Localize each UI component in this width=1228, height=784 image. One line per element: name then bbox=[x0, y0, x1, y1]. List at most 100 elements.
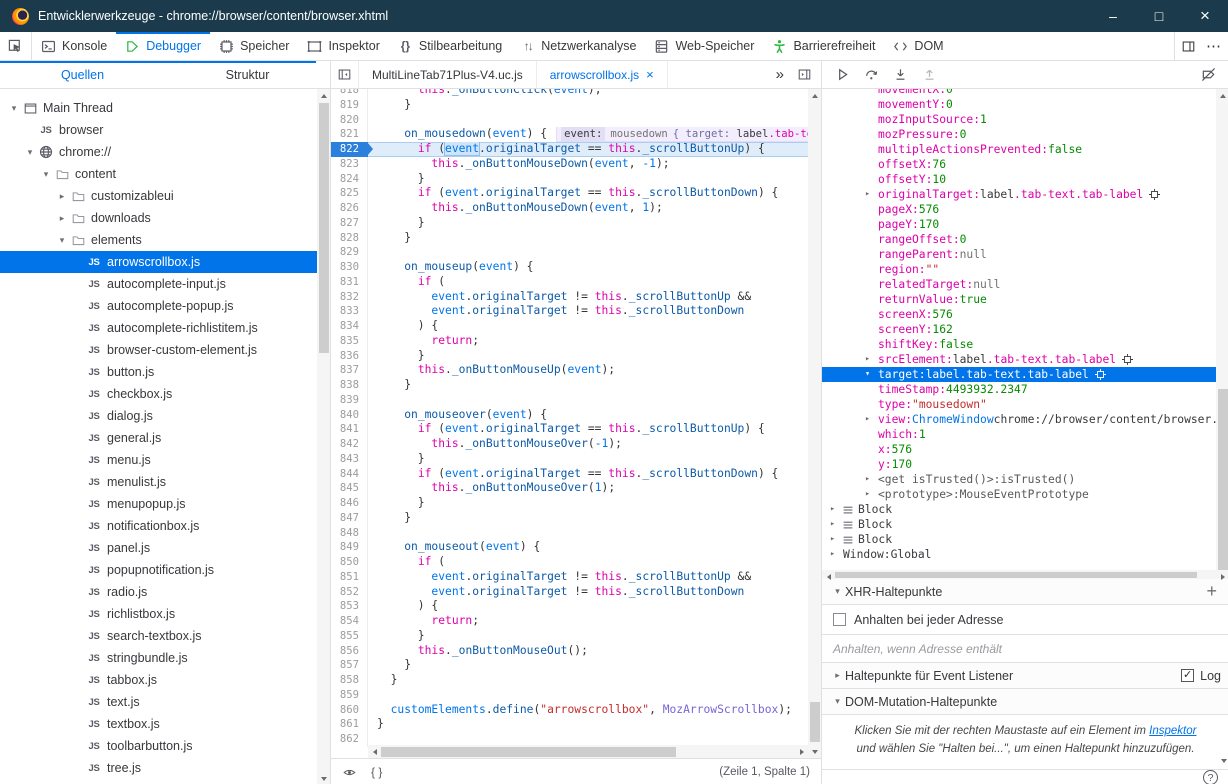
inspector-link[interactable]: Inspektor bbox=[1149, 725, 1196, 737]
twisty-closed-icon[interactable]: ▸ bbox=[56, 213, 68, 224]
dom-mutation-breakpoints-header[interactable]: ▾ DOM-Mutation-Haltepunkte bbox=[822, 689, 1228, 715]
scope-row-Window[interactable]: ▸Window: Global bbox=[822, 547, 1228, 562]
node-target-icon[interactable] bbox=[1122, 354, 1133, 365]
line-number-836[interactable]: 836 bbox=[331, 349, 368, 364]
line-number-842[interactable]: 842 bbox=[331, 437, 368, 452]
tree-item-arrowscrollbox.js[interactable]: JSarrowscrollbox.js bbox=[0, 251, 330, 273]
editor-hscrollbar[interactable] bbox=[368, 745, 808, 758]
tab-stilbearbeitung[interactable]: {}Stilbearbeitung bbox=[389, 32, 511, 60]
scope-row-prototype[interactable]: ▸<prototype>: MouseEventPrototype bbox=[822, 487, 1228, 502]
tab-struktur[interactable]: Struktur bbox=[165, 61, 330, 88]
tree-item-autocomplete-popup.js[interactable]: JSautocomplete-popup.js bbox=[0, 295, 330, 317]
blackbox-eye-icon[interactable] bbox=[342, 766, 357, 779]
tree-item-menupopup.js[interactable]: JSmenupopup.js bbox=[0, 493, 330, 515]
line-number-833[interactable]: 833 bbox=[331, 304, 368, 319]
tree-item-search-textbox.js[interactable]: JSsearch-textbox.js bbox=[0, 625, 330, 647]
twisty-closed-icon[interactable]: ▸ bbox=[830, 502, 843, 517]
scrollbar-thumb[interactable] bbox=[835, 572, 1197, 578]
close-tab-icon[interactable]: × bbox=[646, 68, 654, 81]
twisty-open-icon[interactable]: ▾ bbox=[8, 103, 20, 114]
tree-item-browser-custom-element.js[interactable]: JSbrowser-custom-element.js bbox=[0, 339, 330, 361]
twisty-closed-icon[interactable]: ▸ bbox=[865, 187, 878, 202]
event-listener-breakpoints-header[interactable]: ▸ Haltepunkte für Event Listener ✓ Log bbox=[822, 663, 1228, 689]
disable-breakpoints-button[interactable] bbox=[1194, 61, 1223, 88]
tree-item-popupnotification.js[interactable]: JSpopupnotification.js bbox=[0, 559, 330, 581]
tree-item-textbox.js[interactable]: JStextbox.js bbox=[0, 713, 330, 735]
twisty-closed-icon[interactable]: ▸ bbox=[56, 191, 68, 202]
line-number-824[interactable]: 824 bbox=[331, 172, 368, 187]
twisty-closed-icon[interactable]: ▸ bbox=[830, 532, 843, 547]
line-number-856[interactable]: 856 bbox=[331, 644, 368, 659]
tree-item-autocomplete-input.js[interactable]: JSautocomplete-input.js bbox=[0, 273, 330, 295]
scopes-hscrollbar[interactable] bbox=[822, 570, 1228, 579]
line-number-846[interactable]: 846 bbox=[331, 496, 368, 511]
line-number-839[interactable]: 839 bbox=[331, 393, 368, 408]
tree-item-toolbarbutton.js[interactable]: JStoolbarbutton.js bbox=[0, 735, 330, 757]
line-number-851[interactable]: 851 bbox=[331, 570, 368, 585]
scroll-down-icon[interactable] bbox=[317, 772, 330, 784]
line-number-837[interactable]: 837 bbox=[331, 363, 368, 378]
line-number-844[interactable]: 844 bbox=[331, 467, 368, 482]
tab-netzwerkanalyse[interactable]: ↑↓Netzwerkanalyse bbox=[511, 32, 645, 60]
scroll-right-icon[interactable] bbox=[1216, 570, 1228, 583]
tab-speicher[interactable]: Speicher bbox=[210, 32, 298, 60]
tab-dom[interactable]: DOM bbox=[884, 32, 952, 60]
twisty-open-icon[interactable]: ▾ bbox=[830, 696, 845, 707]
scope-row-Block[interactable]: ▸Block bbox=[822, 532, 1228, 547]
xhr-url-input[interactable]: Anhalten, wenn Adresse enthält bbox=[822, 635, 1228, 663]
step-over-button[interactable] bbox=[857, 61, 886, 88]
scrollbar-thumb[interactable] bbox=[1218, 389, 1228, 570]
tree-item-checkbox.js[interactable]: JScheckbox.js bbox=[0, 383, 330, 405]
tab-barrierefreiheit[interactable]: Barrierefreiheit bbox=[763, 32, 884, 60]
tree-item-button.js[interactable]: JSbutton.js bbox=[0, 361, 330, 383]
inline-preview[interactable]: event:mousedown{ target: label.tab-text.… bbox=[557, 127, 821, 141]
scrollbar-thumb[interactable] bbox=[810, 702, 820, 742]
tab-konsole[interactable]: Konsole bbox=[32, 32, 116, 60]
scroll-up-icon[interactable] bbox=[1216, 89, 1228, 102]
tab-web-speicher[interactable]: Web-Speicher bbox=[645, 32, 763, 60]
line-number-830[interactable]: 830 bbox=[331, 260, 368, 275]
line-number-848[interactable]: 848 bbox=[331, 526, 368, 541]
tree-item-customizableui[interactable]: ▸customizableui bbox=[0, 185, 330, 207]
tree-item-radio.js[interactable]: JSradio.js bbox=[0, 581, 330, 603]
line-number-840[interactable]: 840 bbox=[331, 408, 368, 423]
scrollbar-thumb[interactable] bbox=[319, 103, 329, 353]
tree-item-dialog.js[interactable]: JSdialog.js bbox=[0, 405, 330, 427]
pause-any-url-checkbox[interactable] bbox=[833, 613, 846, 626]
tree-item-stringbundle.js[interactable]: JSstringbundle.js bbox=[0, 647, 330, 669]
scroll-down-icon[interactable] bbox=[1221, 759, 1227, 763]
scroll-down-icon[interactable] bbox=[808, 745, 821, 758]
line-number-857[interactable]: 857 bbox=[331, 658, 368, 673]
tab-quellen[interactable]: Quellen bbox=[0, 61, 165, 88]
scope-row-Block[interactable]: ▸Block bbox=[822, 517, 1228, 532]
line-number-829[interactable]: 829 bbox=[331, 245, 368, 260]
node-target-icon[interactable] bbox=[1149, 189, 1160, 200]
twisty-closed-icon[interactable]: ▸ bbox=[865, 472, 878, 487]
twisty-closed-icon[interactable]: ▸ bbox=[830, 547, 843, 562]
tree-item-general.js[interactable]: JSgeneral.js bbox=[0, 427, 330, 449]
twisty-closed-icon[interactable]: ▸ bbox=[830, 670, 845, 681]
split-console-icon[interactable] bbox=[1181, 40, 1196, 53]
pretty-print-button[interactable]: { } bbox=[371, 765, 382, 779]
tree-item-downloads[interactable]: ▸downloads bbox=[0, 207, 330, 229]
tree-item-richlistbox.js[interactable]: JSrichlistbox.js bbox=[0, 603, 330, 625]
more-tabs-button[interactable]: » bbox=[769, 66, 791, 83]
line-number-818[interactable]: 818 bbox=[331, 89, 368, 98]
scroll-up-icon[interactable] bbox=[317, 89, 330, 102]
line-number-849[interactable]: 849 bbox=[331, 540, 368, 555]
line-number-825[interactable]: 825 bbox=[331, 186, 368, 201]
scope-row-Block[interactable]: ▸Block bbox=[822, 502, 1228, 517]
line-number-858[interactable]: 858 bbox=[331, 673, 368, 688]
line-number-862[interactable]: 862 bbox=[331, 732, 368, 747]
line-number-828[interactable]: 828 bbox=[331, 231, 368, 246]
line-number-847[interactable]: 847 bbox=[331, 511, 368, 526]
line-number-843[interactable]: 843 bbox=[331, 452, 368, 467]
maximize-button[interactable]: □ bbox=[1136, 0, 1182, 32]
scope-row-target[interactable]: ▾target: label.tab-text.tab-label bbox=[822, 367, 1228, 382]
step-in-button[interactable] bbox=[886, 61, 915, 88]
close-button[interactable]: × bbox=[1182, 0, 1228, 32]
line-number-860[interactable]: 860 bbox=[331, 703, 368, 718]
line-number-852[interactable]: 852 bbox=[331, 585, 368, 600]
line-number-845[interactable]: 845 bbox=[331, 481, 368, 496]
line-number-831[interactable]: 831 bbox=[331, 275, 368, 290]
